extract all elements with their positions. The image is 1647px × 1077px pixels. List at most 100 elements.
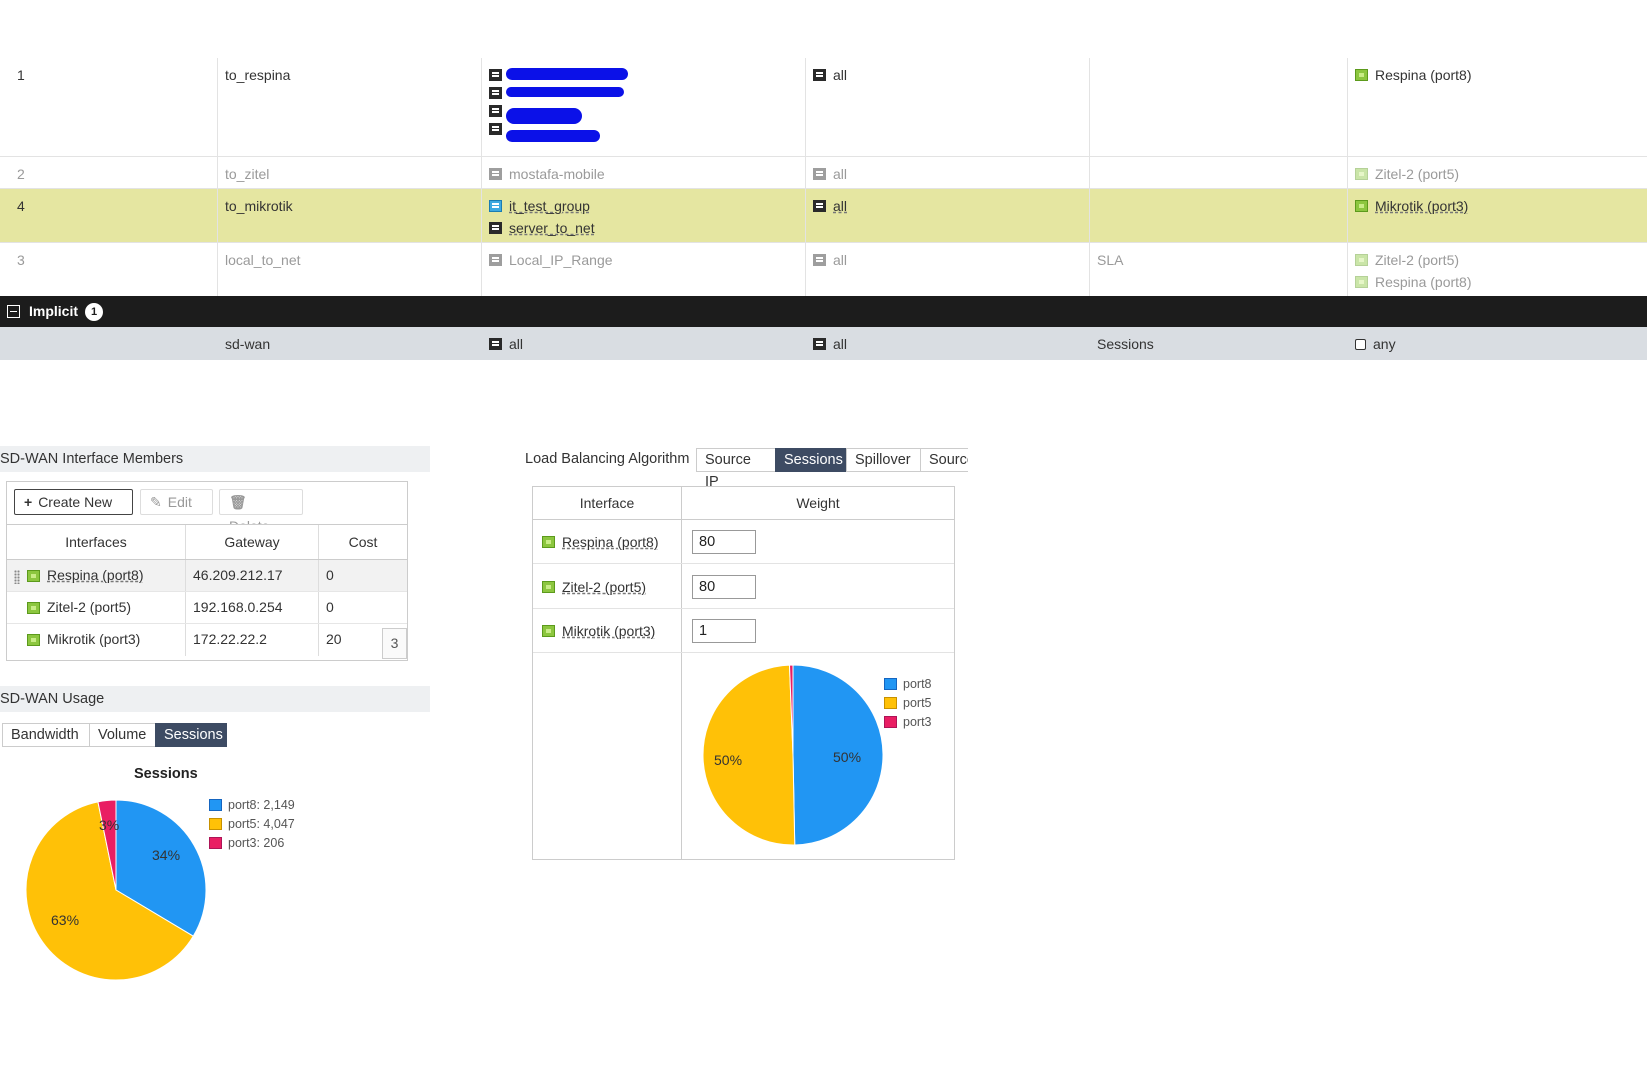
rule-criteria [1090, 189, 1348, 242]
weight-input[interactable]: 80 [692, 575, 756, 599]
rule-source: Local_IP_Range [482, 243, 806, 296]
interface-cell: Zitel-2 (port5) [20, 592, 186, 623]
rule-criteria: SLA [1090, 243, 1348, 296]
edit-button[interactable]: ✎ Edit [140, 489, 213, 515]
weight-interface: Mikrotik (port3) [542, 620, 655, 642]
rule-criteria: Sessions [1090, 327, 1348, 360]
interface-port-icon [27, 633, 40, 646]
lb-option-source[interactable]: Source [920, 448, 968, 472]
pie-slice-label: 34% [152, 847, 181, 863]
legend-item-port3[interactable]: port3: 206 [209, 836, 284, 850]
redaction-mark [506, 130, 600, 142]
weight-panel: Interface Weight Respina (port8) 80 Zite… [532, 486, 955, 860]
redaction-mark [506, 87, 624, 97]
column-header[interactable]: Gateway [186, 525, 319, 559]
rule-destination: all [806, 58, 1090, 156]
weight-row: Zitel-2 (port5) 80 [533, 565, 954, 609]
interface-port-icon [1355, 168, 1368, 180]
weight-table-header: Interface Weight [533, 487, 954, 520]
column-header[interactable]: Cost [319, 525, 407, 559]
weight-input[interactable]: 1 [692, 619, 756, 643]
pie-slice-label: 50% [714, 752, 743, 768]
destination-link[interactable]: all [833, 195, 847, 217]
interface-port-icon [1355, 254, 1368, 266]
interface-port-icon [542, 581, 555, 593]
table-row[interactable]: Respina (port8) 46.209.212.17 0 [7, 560, 407, 592]
tab-bandwidth[interactable]: Bandwidth [2, 723, 90, 747]
table-row[interactable]: Mikrotik (port3) 172.22.22.2 20 [7, 624, 407, 656]
pie-slice-label: 50% [833, 749, 862, 765]
address-group-icon [489, 200, 502, 212]
address-icon [489, 168, 502, 180]
table-row-selected[interactable]: 4 to_mikrotik it_test_group server_to_ne… [0, 189, 1647, 243]
redaction-mark [506, 68, 628, 80]
collapse-icon[interactable] [7, 305, 20, 318]
any-interface-icon [1355, 338, 1366, 350]
tab-sessions[interactable]: Sessions [155, 723, 227, 747]
weight-input[interactable]: 80 [692, 530, 756, 554]
rule-source: mostafa-mobile [482, 157, 806, 188]
rule-source: it_test_group server_to_net [482, 189, 806, 242]
members-table-header: Interfaces Gateway Cost [7, 524, 407, 560]
address-icon [489, 69, 502, 81]
legend-item-port5[interactable]: port5 [884, 696, 932, 710]
address-icon [813, 200, 826, 212]
address-icon [813, 338, 826, 350]
rule-seq: 1 [0, 58, 218, 156]
gateway-cell: 192.168.0.254 [186, 592, 319, 623]
interface-port-icon [27, 569, 40, 582]
rule-destination: all [806, 327, 1090, 360]
legend-item-port8[interactable]: port8 [884, 677, 932, 691]
section-header-usage: SD-WAN Usage [0, 686, 430, 712]
legend-item-port5[interactable]: port5: 4,047 [209, 817, 295, 831]
member-link[interactable]: Mikrotik (port3) [1375, 195, 1468, 217]
interface-port-icon [542, 625, 555, 637]
create-new-button[interactable]: + Create New [14, 489, 133, 515]
lb-option-sessions[interactable]: Sessions [775, 448, 847, 472]
address-icon [813, 168, 826, 180]
column-header: Weight [796, 495, 840, 511]
interface-port-icon [1355, 276, 1368, 288]
sessions-pie-chart [25, 799, 207, 981]
table-row[interactable]: 3 local_to_net Local_IP_Range all SLA Zi… [0, 243, 1647, 297]
source-link[interactable]: it_test_group [509, 195, 590, 217]
address-icon [489, 338, 502, 350]
tab-volume[interactable]: Volume [89, 723, 156, 747]
interface-port-icon [1355, 200, 1368, 212]
cost-cell: 0 [326, 599, 334, 615]
weight-interface: Respina (port8) [542, 531, 659, 553]
interface-cell: Mikrotik (port3) [20, 624, 186, 656]
lb-option-source-ip[interactable]: Source IP [696, 448, 776, 490]
rule-seq: 3 [0, 243, 218, 296]
rule-destination: all [806, 157, 1090, 188]
interface-cell: Respina (port8) [20, 560, 186, 591]
rule-name: to_zitel [218, 157, 482, 188]
address-icon [489, 254, 502, 266]
rule-members: Zitel-2 (port5) [1348, 157, 1647, 188]
pencil-icon: ✎ [150, 494, 162, 510]
gateway-cell: 172.22.22.2 [186, 624, 319, 656]
lb-option-spillover[interactable]: Spillover [846, 448, 921, 472]
table-row[interactable]: 1 to_respina all Respina (port8) [0, 58, 1647, 157]
pie-slice-label: 3% [99, 817, 120, 833]
rule-criteria [1090, 157, 1348, 188]
legend-item-port3[interactable]: port3 [884, 715, 932, 729]
pie-slice-label: 63% [51, 912, 80, 928]
rule-destination: all [806, 243, 1090, 296]
rule-destination: all [806, 189, 1090, 242]
interface-port-icon [1355, 69, 1368, 81]
delete-button[interactable]: 🗑Delete [219, 489, 303, 534]
table-row[interactable]: Zitel-2 (port5) 192.168.0.254 0 [7, 592, 407, 624]
source-link[interactable]: server_to_net [509, 217, 595, 239]
table-row[interactable]: 2 to_zitel mostafa-mobile all Zitel-2 (p… [0, 157, 1647, 189]
table-row-implicit[interactable]: sd-wan all all Sessions any [0, 327, 1647, 360]
rule-name: to_respina [218, 58, 482, 156]
legend-item-port8[interactable]: port8: 2,149 [209, 798, 295, 812]
address-icon [813, 254, 826, 266]
weight-interface: Zitel-2 (port5) [542, 576, 646, 598]
rule-name: sd-wan [218, 327, 482, 360]
section-header-members: SD-WAN Interface Members [0, 446, 430, 472]
implicit-group-header[interactable]: Implicit 1 [0, 296, 1647, 327]
address-icon [489, 87, 502, 99]
column-header[interactable]: Interfaces [7, 525, 186, 559]
